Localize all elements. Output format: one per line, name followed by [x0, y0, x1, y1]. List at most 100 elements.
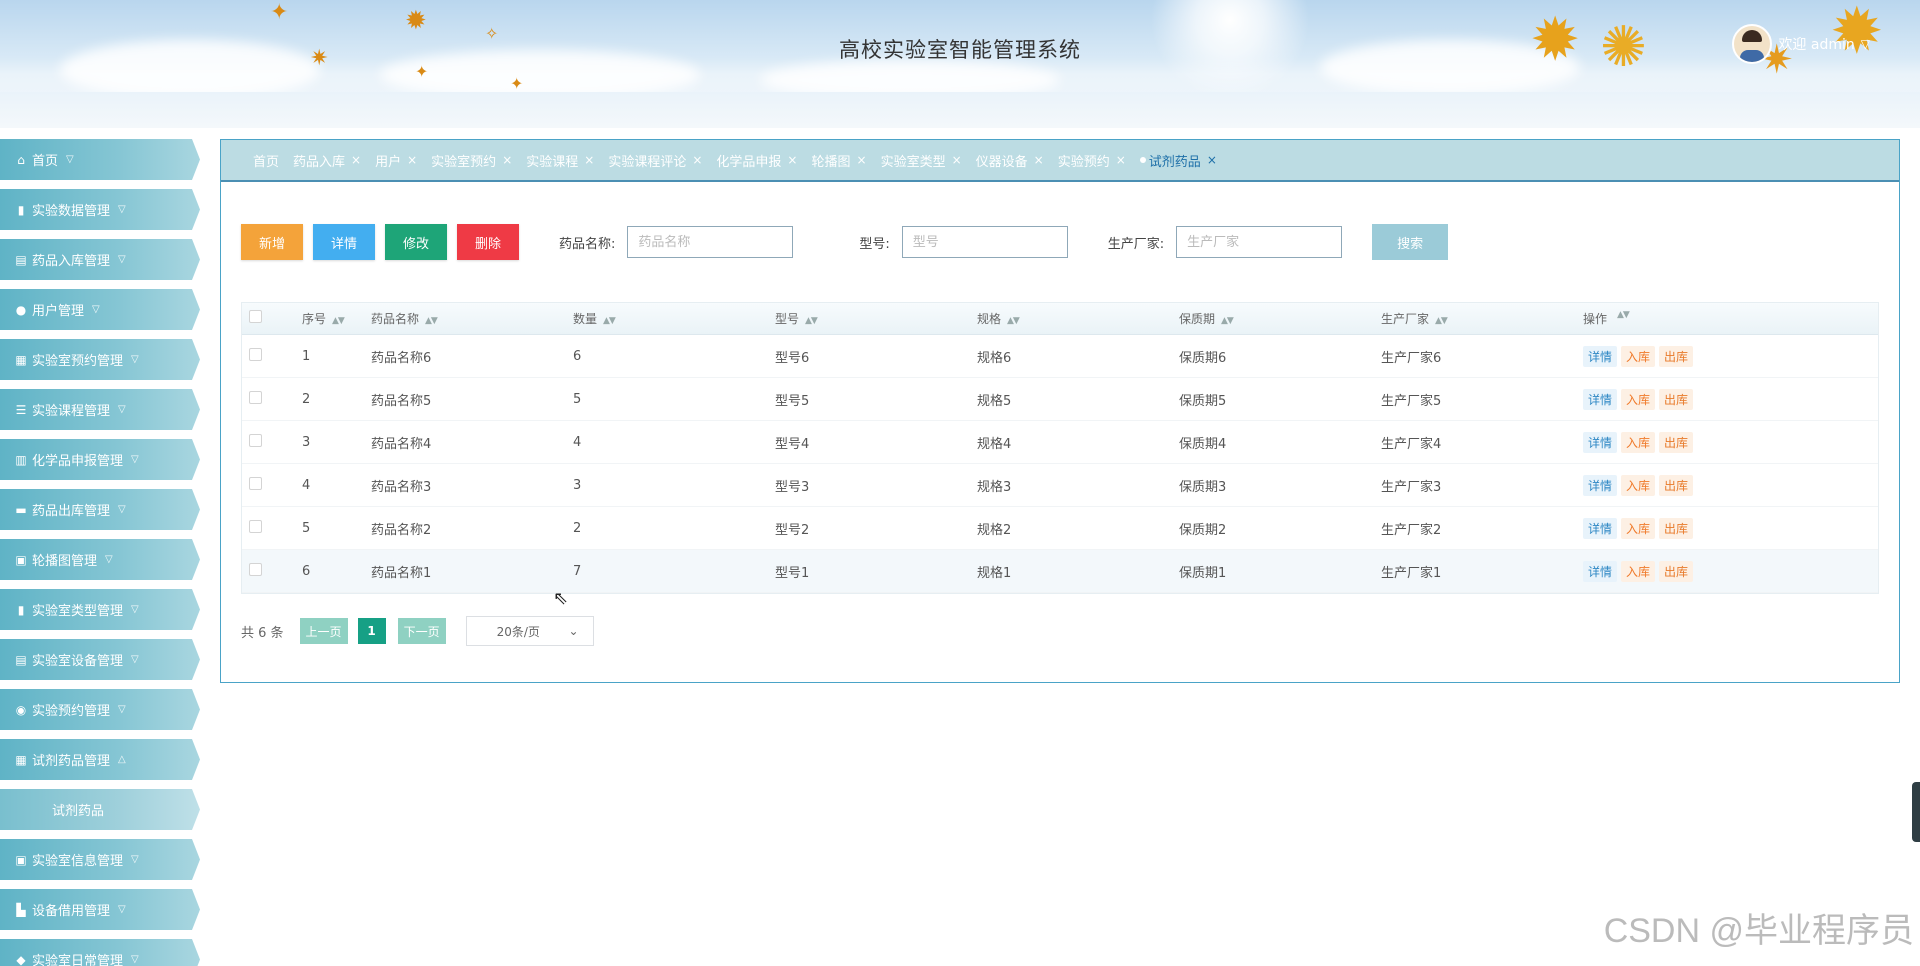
- row-stock-in-button[interactable]: 入库: [1621, 345, 1656, 367]
- sidebar-item[interactable]: ▮ 实验数据管理 ▽: [0, 189, 200, 230]
- tab-item[interactable]: 实验课程 ×: [526, 151, 594, 170]
- sort-icon[interactable]: ▲▼: [1617, 310, 1630, 327]
- sort-icon[interactable]: ▲▼: [1007, 316, 1020, 326]
- model-input[interactable]: [901, 226, 1068, 258]
- tab-item[interactable]: 首页: [253, 151, 279, 170]
- side-widget[interactable]: [1912, 782, 1920, 842]
- close-icon[interactable]: ×: [692, 153, 702, 167]
- name-input[interactable]: [627, 226, 794, 258]
- sidebar-item[interactable]: ▮ 实验室类型管理 ▽: [0, 589, 200, 630]
- tab-item[interactable]: 化学品申报 ×: [716, 151, 797, 170]
- tab-item[interactable]: 药品入库 ×: [293, 151, 361, 170]
- delete-button[interactable]: 删除: [457, 224, 519, 260]
- search-button[interactable]: 搜索: [1372, 224, 1449, 260]
- close-icon[interactable]: ×: [1207, 153, 1217, 167]
- table-row[interactable]: 1 药品名称6 6 型号6 规格6 保质期6 生产厂家6 详情 入库 出库: [242, 335, 1878, 378]
- row-stock-in-button[interactable]: 入库: [1621, 560, 1656, 582]
- column-header[interactable]: 数量 ▲▼: [573, 310, 775, 327]
- row-stock-out-button[interactable]: 出库: [1659, 431, 1694, 453]
- avatar[interactable]: [1732, 24, 1773, 64]
- sidebar-subitem[interactable]: 试剂药品: [0, 789, 200, 830]
- sidebar-item[interactable]: ▤ 药品入库管理 ▽: [0, 239, 200, 280]
- sidebar-item[interactable]: ◉ 实验预约管理 ▽: [0, 689, 200, 730]
- sort-icon[interactable]: ▲▼: [1221, 316, 1234, 326]
- close-icon[interactable]: ×: [787, 153, 797, 167]
- tab-item[interactable]: 实验课程评论 ×: [608, 151, 702, 170]
- next-page-button[interactable]: 下一页: [397, 618, 446, 644]
- page-size-select[interactable]: 20条/页 ⌄: [465, 616, 594, 646]
- row-stock-out-button[interactable]: 出库: [1659, 474, 1694, 496]
- close-icon[interactable]: ×: [351, 153, 361, 167]
- chevron-down-icon[interactable]: ▽: [1861, 37, 1870, 51]
- tab-item[interactable]: 轮播图 ×: [811, 151, 866, 170]
- detail-button[interactable]: 详情: [313, 224, 375, 260]
- select-all-checkbox[interactable]: [249, 310, 262, 323]
- tab-item[interactable]: 仪器设备 ×: [976, 151, 1044, 170]
- tab-item[interactable]: 实验室类型 ×: [881, 151, 962, 170]
- page-number-button[interactable]: 1: [357, 618, 386, 644]
- sidebar-item[interactable]: ▦ 实验室预约管理 ▽: [0, 339, 200, 380]
- user-menu[interactable]: 欢迎 admin ▽: [1732, 24, 1870, 64]
- table-row[interactable]: 4 药品名称3 3 型号3 规格3 保质期3 生产厂家3 详情 入库 出库: [242, 464, 1878, 507]
- close-icon[interactable]: ×: [1034, 153, 1044, 167]
- row-stock-out-button[interactable]: 出库: [1659, 517, 1694, 539]
- sort-icon[interactable]: ▲▼: [1435, 316, 1448, 326]
- row-checkbox[interactable]: [249, 562, 262, 576]
- close-icon[interactable]: ×: [502, 153, 512, 167]
- row-checkbox[interactable]: [249, 519, 262, 533]
- close-icon[interactable]: ×: [1116, 153, 1126, 167]
- tab-item[interactable]: 用户 ×: [375, 151, 417, 170]
- row-detail-button[interactable]: 详情: [1583, 388, 1618, 410]
- sidebar-item[interactable]: ▣ 轮播图管理 ▽: [0, 539, 200, 580]
- sidebar-item[interactable]: ● 用户管理 ▽: [0, 289, 200, 330]
- column-header[interactable]: 型号 ▲▼: [775, 310, 977, 327]
- row-checkbox[interactable]: [249, 476, 262, 490]
- row-detail-button[interactable]: 详情: [1583, 560, 1618, 582]
- close-icon[interactable]: ×: [857, 153, 867, 167]
- sidebar-item[interactable]: ⌂ 首页 ▽: [0, 139, 200, 180]
- add-button[interactable]: 新增: [241, 224, 303, 260]
- column-header[interactable]: 序号 ▲▼: [302, 310, 371, 327]
- prev-page-button[interactable]: 上一页: [299, 618, 348, 644]
- column-header[interactable]: 操作 ▲▼: [1583, 310, 1878, 327]
- row-checkbox[interactable]: [249, 347, 262, 361]
- sidebar-item[interactable]: ▬ 药品出库管理 ▽: [0, 489, 200, 530]
- row-detail-button[interactable]: 详情: [1583, 345, 1618, 367]
- sidebar-item[interactable]: ▥ 化学品申报管理 ▽: [0, 439, 200, 480]
- tab-item[interactable]: 实验室预约 ×: [431, 151, 512, 170]
- tab-item[interactable]: 实验预约 ×: [1058, 151, 1126, 170]
- tab-item[interactable]: 试剂药品 ×: [1139, 151, 1217, 170]
- row-checkbox[interactable]: [249, 390, 262, 404]
- sidebar-item[interactable]: ▣ 实验室信息管理 ▽: [0, 839, 200, 880]
- welcome-text[interactable]: 欢迎 admin: [1778, 34, 1854, 54]
- row-stock-in-button[interactable]: 入库: [1621, 431, 1656, 453]
- row-detail-button[interactable]: 详情: [1583, 431, 1618, 453]
- row-stock-out-button[interactable]: 出库: [1659, 345, 1694, 367]
- column-header[interactable]: 规格 ▲▼: [977, 310, 1179, 327]
- close-icon[interactable]: ×: [407, 153, 417, 167]
- sidebar-item[interactable]: ▦ 试剂药品管理 △: [0, 739, 200, 780]
- sort-icon[interactable]: ▲▼: [332, 316, 345, 326]
- sidebar-item[interactable]: ◆ 实验室日常管理 ▽: [0, 939, 200, 966]
- column-header[interactable]: 保质期 ▲▼: [1179, 310, 1381, 327]
- sidebar-item[interactable]: ▙ 设备借用管理 ▽: [0, 889, 200, 930]
- sort-icon[interactable]: ▲▼: [805, 316, 818, 326]
- row-detail-button[interactable]: 详情: [1583, 474, 1618, 496]
- table-row[interactable]: 5 药品名称2 2 型号2 规格2 保质期2 生产厂家2 详情 入库 出库: [242, 507, 1878, 550]
- sidebar-item[interactable]: ☰ 实验课程管理 ▽: [0, 389, 200, 430]
- close-icon[interactable]: ×: [952, 153, 962, 167]
- row-stock-in-button[interactable]: 入库: [1621, 474, 1656, 496]
- maker-input[interactable]: [1176, 226, 1343, 258]
- row-checkbox[interactable]: [249, 433, 262, 447]
- close-icon[interactable]: ×: [584, 153, 594, 167]
- row-stock-in-button[interactable]: 入库: [1621, 517, 1656, 539]
- row-stock-in-button[interactable]: 入库: [1621, 388, 1656, 410]
- table-row[interactable]: 6 药品名称1 7 型号1 规格1 保质期1 生产厂家1 详情 入库 出库: [242, 550, 1878, 593]
- sidebar-item[interactable]: ▤ 实验室设备管理 ▽: [0, 639, 200, 680]
- sort-icon[interactable]: ▲▼: [603, 316, 616, 326]
- edit-button[interactable]: 修改: [385, 224, 447, 260]
- column-header[interactable]: 生产厂家 ▲▼: [1381, 310, 1583, 327]
- row-stock-out-button[interactable]: 出库: [1659, 560, 1694, 582]
- sort-icon[interactable]: ▲▼: [425, 316, 438, 326]
- column-header[interactable]: 药品名称 ▲▼: [371, 310, 573, 327]
